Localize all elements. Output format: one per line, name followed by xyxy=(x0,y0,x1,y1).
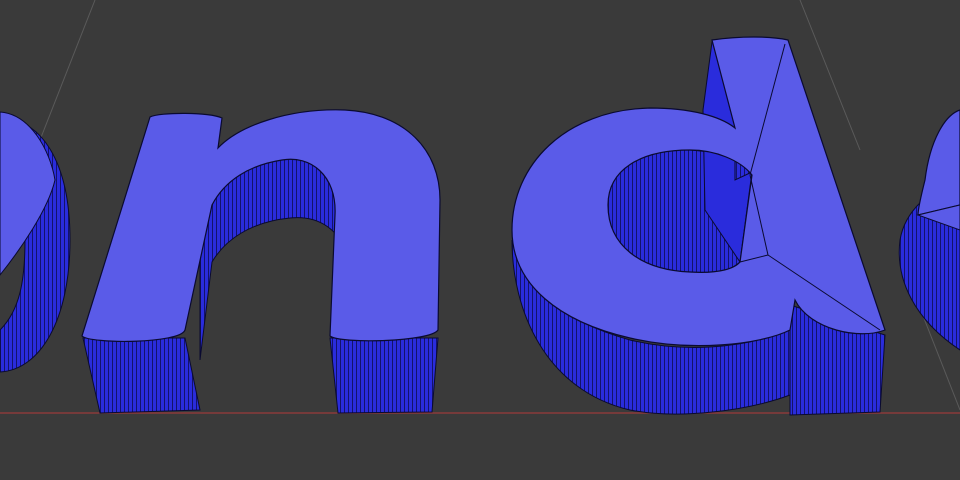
3d-viewport[interactable] xyxy=(0,0,960,480)
viewport-canvas[interactable] xyxy=(0,0,960,480)
glyph-n-side-left-stem xyxy=(82,337,201,414)
glyph-n-side-right-stem xyxy=(329,337,439,414)
